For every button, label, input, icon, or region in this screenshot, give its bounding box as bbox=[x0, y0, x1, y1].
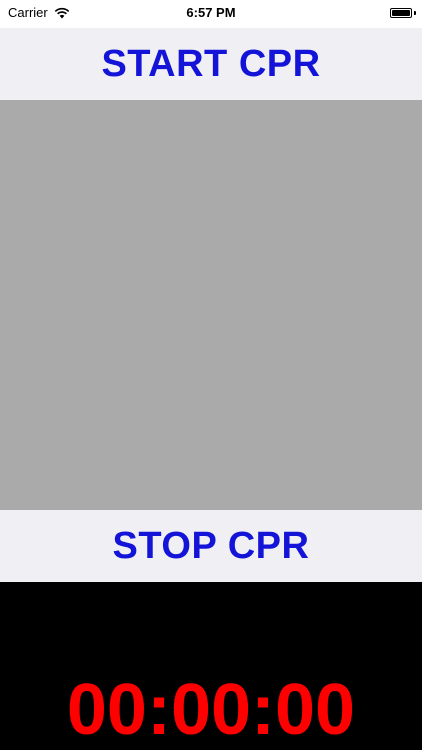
app-screen: Carrier 6:57 PM START CPR STOP CPR 00:00… bbox=[0, 0, 422, 750]
start-cpr-button[interactable]: START CPR bbox=[0, 28, 422, 100]
battery-fill bbox=[392, 10, 410, 16]
status-time: 6:57 PM bbox=[186, 5, 236, 20]
status-bar: Carrier 6:57 PM bbox=[0, 0, 422, 28]
stop-cpr-button[interactable]: STOP CPR bbox=[0, 510, 422, 582]
battery-icon bbox=[390, 8, 412, 18]
stop-cpr-label: STOP CPR bbox=[112, 524, 310, 567]
start-cpr-label: START CPR bbox=[101, 42, 321, 85]
timer-panel: 00:00:00 bbox=[0, 582, 422, 750]
camera-preview-area bbox=[0, 100, 422, 510]
timer-display: 00:00:00 bbox=[66, 670, 356, 750]
battery-tip bbox=[414, 11, 416, 15]
